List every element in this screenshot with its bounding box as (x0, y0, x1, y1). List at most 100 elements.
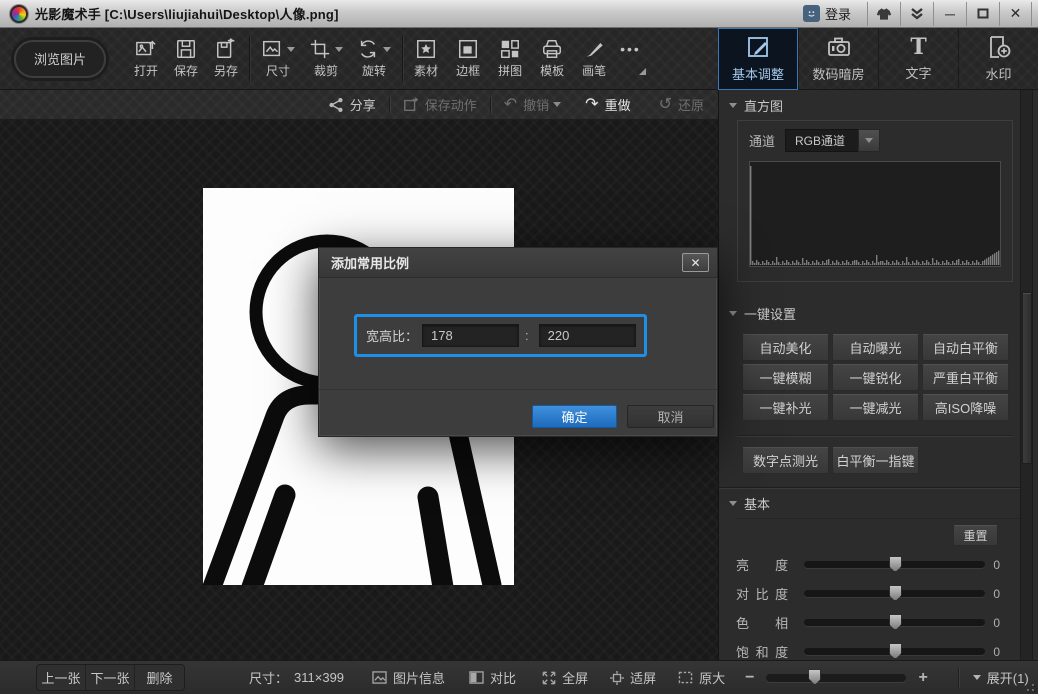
redo-icon: ↷ (585, 97, 598, 113)
image-size-readout: 尺寸： 311×399 (249, 668, 344, 687)
panel-scrollbar-thumb[interactable] (1022, 292, 1032, 464)
ok-button[interactable]: 确定 (532, 405, 617, 428)
titlebar: 光影魔术手 [C:\Users\liujiahui\Desktop\人像.png… (0, 0, 1038, 28)
dialog-titlebar[interactable]: 添加常用比例 ✕ (319, 248, 717, 278)
save-action-button[interactable]: 保存动作 (403, 95, 477, 114)
crop-dropdown-caret[interactable] (335, 47, 343, 52)
image-info-button[interactable]: 图片信息 (372, 668, 445, 687)
maximize-button[interactable] (966, 2, 999, 26)
crop-button[interactable]: 裁剪 (309, 38, 343, 79)
ratio-colon: : (525, 328, 529, 343)
brightness-slider[interactable] (804, 561, 985, 568)
save-icon (175, 38, 197, 60)
share-button[interactable]: 分享 (328, 95, 376, 114)
delete-image-button[interactable]: 删除 (135, 665, 184, 690)
digital-spot-metering-button[interactable]: 数字点测光 (742, 447, 829, 474)
contrast-slider[interactable] (804, 590, 985, 597)
fit-screen-button[interactable]: 适屏 (610, 668, 656, 687)
undo-button[interactable]: ↶ 撤销 (504, 95, 549, 114)
saturation-slider-handle[interactable] (889, 643, 902, 659)
zoom-in-button[interactable]: + (918, 669, 927, 687)
browse-images-button[interactable]: 浏览图片 (14, 40, 106, 78)
auto-beautify-button[interactable]: 自动美化 (742, 334, 829, 361)
high-iso-denoise-button[interactable]: 高ISO降噪 (922, 394, 1009, 421)
channel-select-caret[interactable] (858, 129, 880, 152)
main-toolbar: 浏览图片 打开 保存 另存 (0, 28, 1038, 90)
undo-label: 撤销 (523, 95, 549, 114)
text-t-icon: T (910, 35, 926, 59)
onekey-dim-light-button[interactable]: 一键减光 (832, 394, 919, 421)
undo-dropdown-caret[interactable] (553, 102, 561, 107)
hue-slider[interactable] (804, 619, 985, 626)
tab-basic-adjust[interactable]: 基本调整 (718, 28, 798, 90)
ratio-label: 宽高比： (366, 326, 418, 345)
resize-button[interactable]: 尺寸 (261, 38, 295, 79)
cancel-button[interactable]: 取消 (627, 405, 714, 428)
open-button[interactable]: 打开 (134, 38, 158, 79)
frame-button[interactable]: 边框 (456, 38, 480, 79)
brush-button[interactable]: 画笔 (582, 38, 606, 79)
auto-exposure-button[interactable]: 自动曝光 (832, 334, 919, 361)
panel-scrollbar[interactable] (1020, 90, 1033, 660)
onekey-blur-button[interactable]: 一键模糊 (742, 364, 829, 391)
tab-watermark[interactable]: 水印 (958, 28, 1038, 90)
collapse-button[interactable] (900, 2, 933, 26)
right-panel-content: 直方图 通道 RGB通道 一键设置 (719, 90, 1021, 666)
brightness-slider-handle[interactable] (889, 556, 902, 572)
zoom-slider-handle[interactable] (808, 669, 821, 685)
onekey-section-header[interactable]: 一键设置 (719, 298, 1021, 328)
ratio-width-input[interactable] (422, 324, 519, 347)
resize-label: 尺寸 (266, 62, 290, 79)
channel-select[interactable]: RGB通道 (785, 129, 859, 152)
hue-slider-handle[interactable] (889, 614, 902, 630)
histogram-section-header[interactable]: 直方图 (719, 90, 1021, 120)
redo-button[interactable]: ↷ 重做 (585, 95, 630, 114)
save-as-button[interactable]: 另存 (214, 38, 238, 79)
template-button[interactable]: 模板 (540, 38, 564, 79)
onekey-sharpen-button[interactable]: 一键锐化 (832, 364, 919, 391)
onekey-title: 一键设置 (744, 304, 796, 323)
zoom-slider[interactable] (766, 674, 906, 682)
minimize-button[interactable]: ─ (933, 2, 966, 26)
status-bar: 上一张 下一张 删除 尺寸： 311×399 图片信息 对比 全屏 (0, 660, 1038, 694)
tab-digital-darkroom[interactable]: 数码暗房 (798, 28, 878, 90)
zoom-out-button[interactable]: − (745, 669, 754, 687)
fullscreen-button[interactable]: 全屏 (542, 668, 588, 687)
original-size-button[interactable]: 原大 (678, 668, 725, 687)
save-action-label: 保存动作 (425, 95, 477, 114)
rotate-label: 旋转 (362, 62, 386, 79)
close-button[interactable]: ✕ (999, 2, 1032, 26)
severe-white-balance-button[interactable]: 严重白平衡 (922, 364, 1009, 391)
save-button[interactable]: 保存 (174, 38, 198, 79)
tab-text[interactable]: T 文字 (878, 28, 958, 90)
reset-row: 重置 (719, 525, 998, 546)
compare-button[interactable]: 对比 (469, 668, 516, 687)
login-button[interactable]: 登录 (803, 4, 851, 23)
more-tools-button[interactable]: ••• (620, 39, 646, 79)
skin-button[interactable] (867, 2, 900, 26)
basic-section-header[interactable]: 基本 (719, 488, 1021, 518)
reset-button[interactable]: 重置 (953, 525, 998, 546)
next-image-button[interactable]: 下一张 (86, 665, 135, 690)
rotate-dropdown-caret[interactable] (383, 47, 391, 52)
material-button[interactable]: 素材 (414, 38, 438, 79)
toolbar-separator (402, 36, 403, 82)
onekey-fill-light-button[interactable]: 一键补光 (742, 394, 829, 421)
ratio-height-input[interactable] (539, 324, 636, 347)
hue-value: 0 (985, 616, 1000, 630)
expand-button[interactable]: 展开(1) (973, 668, 1029, 687)
white-balance-one-touch-button[interactable]: 白平衡一指键 (832, 447, 919, 474)
previous-image-button[interactable]: 上一张 (37, 665, 86, 690)
resize-grip[interactable] (1022, 681, 1034, 691)
saturation-slider[interactable] (804, 648, 985, 655)
save-label: 保存 (174, 62, 198, 79)
rotate-button[interactable]: 旋转 (357, 38, 391, 79)
saturation-label: 饱和度 (736, 642, 788, 661)
contrast-slider-handle[interactable] (889, 585, 902, 601)
resize-dropdown-caret[interactable] (287, 47, 295, 52)
dialog-close-button[interactable]: ✕ (682, 253, 709, 272)
restore-button[interactable]: ↺ 还原 (659, 95, 704, 114)
collage-button[interactable]: 拼图 (498, 38, 522, 79)
collapse-triangle-icon (729, 311, 737, 316)
auto-white-balance-button[interactable]: 自动白平衡 (922, 334, 1009, 361)
